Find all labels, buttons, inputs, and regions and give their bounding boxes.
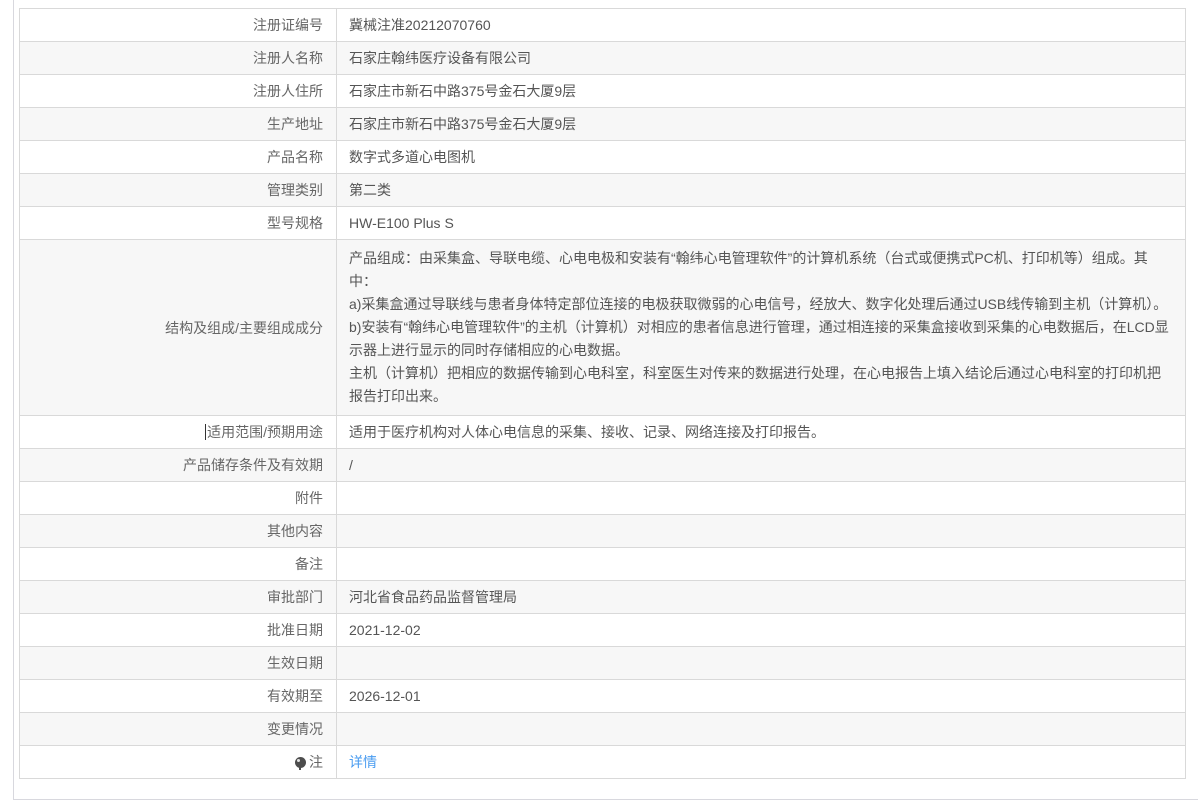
row-value: 2026-12-01 [336, 679, 1186, 713]
row-label-text: 注 [309, 754, 323, 770]
row-label-text: 生效日期 [267, 655, 323, 671]
table-row: 产品储存条件及有效期 / [19, 448, 1186, 482]
row-label: 附件 [19, 481, 337, 515]
row-label-text: 注册人名称 [253, 50, 323, 66]
row-label: 注 [19, 745, 337, 779]
table-row: 生产地址 石家庄市新石中路375号金石大厦9层 [19, 107, 1186, 141]
table-row: 附件 [19, 481, 1186, 515]
row-label: 结构及组成/主要组成成分 [19, 239, 337, 416]
row-label: 其他内容 [19, 514, 337, 548]
row-value-text: 产品组成：由采集盒、导联电缆、心电电极和安装有“翰纬心电管理软件”的计算机系统（… [349, 250, 1169, 404]
row-value [336, 547, 1186, 581]
row-value-text: 第二类 [349, 182, 391, 198]
row-label: 生产地址 [19, 107, 337, 141]
note-icon [295, 757, 306, 770]
row-value: 适用于医疗机构对人体心电信息的采集、接收、记录、网络连接及打印报告。 [336, 415, 1186, 449]
table-row: 变更情况 [19, 712, 1186, 746]
row-value-text: 石家庄市新石中路375号金石大厦9层 [349, 83, 577, 99]
row-label: 管理类别 [19, 173, 337, 207]
table-row: 其他内容 [19, 514, 1186, 548]
row-value [336, 514, 1186, 548]
row-label-text: 批准日期 [267, 622, 323, 638]
row-label-text: 型号规格 [267, 215, 323, 231]
row-label-text: 审批部门 [267, 589, 323, 605]
row-value-text: HW-E100 Plus S [349, 215, 454, 231]
row-label: 生效日期 [19, 646, 337, 680]
row-label-text: 生产地址 [267, 116, 323, 132]
row-value-text: 石家庄翰纬医疗设备有限公司 [349, 50, 531, 66]
row-value-text: 石家庄市新石中路375号金石大厦9层 [349, 116, 577, 132]
row-value: 河北省食品药品监督管理局 [336, 580, 1186, 614]
row-label-text: 结构及组成/主要组成成分 [165, 319, 323, 336]
row-label-text: 附件 [295, 490, 323, 506]
row-label: 产品名称 [19, 140, 337, 174]
row-value-text: 2026-12-01 [349, 688, 421, 704]
row-label: 注册人名称 [19, 41, 337, 75]
table-row: 注 详情 [19, 745, 1186, 779]
row-value: 石家庄翰纬医疗设备有限公司 [336, 41, 1186, 75]
registration-table-body: 注册证编号 冀械注准20212070760 注册人名称 石家庄翰纬医疗设备有限公司 注册… [19, 8, 1186, 779]
table-row: 型号规格 HW-E100 Plus S [19, 206, 1186, 240]
row-label: 适用范围/预期用途 [19, 415, 337, 449]
row-value [336, 712, 1186, 746]
page-container: 注册证编号 冀械注准20212070760 注册人名称 石家庄翰纬医疗设备有限公司 注册… [13, 0, 1198, 800]
row-label-text: 其他内容 [267, 523, 323, 539]
row-value-text: 2021-12-02 [349, 622, 421, 638]
row-label: 型号规格 [19, 206, 337, 240]
row-value: 产品组成：由采集盒、导联电缆、心电电极和安装有“翰纬心电管理软件”的计算机系统（… [336, 239, 1186, 416]
row-value: HW-E100 Plus S [336, 206, 1186, 240]
table-row: 注册人住所 石家庄市新石中路375号金石大厦9层 [19, 74, 1186, 108]
row-value-text: 数字式多道心电图机 [349, 149, 475, 165]
row-value: 石家庄市新石中路375号金石大厦9层 [336, 107, 1186, 141]
row-label: 审批部门 [19, 580, 337, 614]
row-value-text: / [349, 457, 353, 473]
row-label-text: 注册证编号 [253, 17, 323, 33]
row-value: 详情 [336, 745, 1186, 779]
row-label: 批准日期 [19, 613, 337, 647]
row-value: 石家庄市新石中路375号金石大厦9层 [336, 74, 1186, 108]
row-label-text: 有效期至 [267, 688, 323, 704]
row-value-text: 冀械注准20212070760 [349, 17, 491, 33]
row-label: 注册人住所 [19, 74, 337, 108]
row-value-text: 河北省食品药品监督管理局 [349, 589, 517, 605]
table-row: 批准日期 2021-12-02 [19, 613, 1186, 647]
row-label-text: 备注 [295, 556, 323, 572]
table-row: 备注 [19, 547, 1186, 581]
row-label-text: 注册人住所 [253, 83, 323, 99]
row-label: 有效期至 [19, 679, 337, 713]
table-row: 适用范围/预期用途 适用于医疗机构对人体心电信息的采集、接收、记录、网络连接及打印… [19, 415, 1186, 449]
row-value: 数字式多道心电图机 [336, 140, 1186, 174]
row-value-text: 适用于医疗机构对人体心电信息的采集、接收、记录、网络连接及打印报告。 [349, 424, 825, 440]
row-label-text: 变更情况 [267, 721, 323, 737]
table-row: 结构及组成/主要组成成分 产品组成：由采集盒、导联电缆、心电电极和安装有“翰纬心电… [19, 239, 1186, 416]
row-value [336, 646, 1186, 680]
row-label: 产品储存条件及有效期 [19, 448, 337, 482]
row-value [336, 481, 1186, 515]
row-value: 2021-12-02 [336, 613, 1186, 647]
text-caret [205, 424, 207, 440]
row-label-text: 产品名称 [267, 149, 323, 165]
row-label: 注册证编号 [19, 8, 337, 42]
row-value: / [336, 448, 1186, 482]
row-value: 第二类 [336, 173, 1186, 207]
row-value: 冀械注准20212070760 [336, 8, 1186, 42]
table-row: 产品名称 数字式多道心电图机 [19, 140, 1186, 174]
row-label-text: 管理类别 [267, 182, 323, 198]
row-label-text: 产品储存条件及有效期 [183, 457, 323, 473]
details-link[interactable]: 详情 [349, 754, 377, 770]
table-row: 审批部门 河北省食品药品监督管理局 [19, 580, 1186, 614]
table-row: 有效期至 2026-12-01 [19, 679, 1186, 713]
table-row: 注册证编号 冀械注准20212070760 [19, 8, 1186, 42]
table-row: 管理类别 第二类 [19, 173, 1186, 207]
table-row: 注册人名称 石家庄翰纬医疗设备有限公司 [19, 41, 1186, 75]
row-label: 变更情况 [19, 712, 337, 746]
row-label-text: 适用范围/预期用途 [207, 424, 323, 440]
table-row: 生效日期 [19, 646, 1186, 680]
row-label: 备注 [19, 547, 337, 581]
registration-table: 注册证编号 冀械注准20212070760 注册人名称 石家庄翰纬医疗设备有限公司 注册… [19, 8, 1186, 779]
